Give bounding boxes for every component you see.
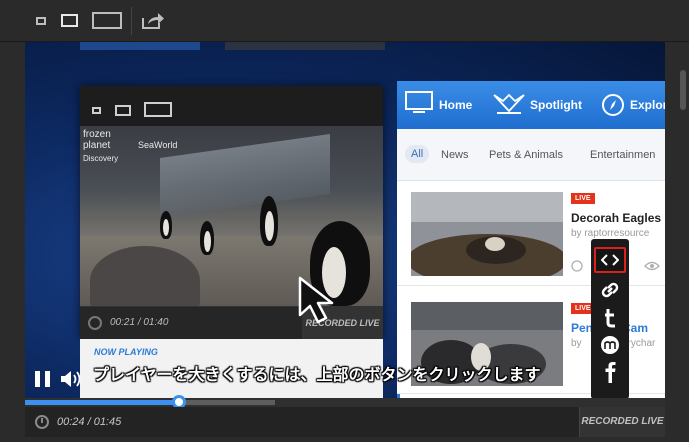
brand-seaworld: SeaWorld (138, 140, 178, 150)
progress-bar[interactable] (25, 395, 665, 409)
card-author-start: by (571, 338, 582, 349)
progress-played (25, 400, 179, 405)
share-arrow-icon[interactable] (141, 12, 165, 30)
nav-explore[interactable]: Explor (630, 81, 665, 129)
subtitle-caption: プレイヤーを大きくするには、上部のボタンをクリックします (93, 367, 541, 384)
eye-icon (644, 261, 660, 271)
clock-icon (35, 415, 49, 429)
compass-icon (602, 94, 624, 116)
tumblr-icon[interactable] (596, 305, 624, 331)
filter-entertainment[interactable]: Entertainmen (590, 149, 655, 161)
pointer-cursor-icon (298, 276, 334, 324)
card-title-start[interactable]: Pen (571, 321, 593, 335)
demo-time-display: 00:21 / 01:40 (110, 317, 169, 328)
demo-size-toolbar (80, 86, 383, 126)
mixi-icon[interactable] (596, 332, 624, 358)
spotlight-icon (493, 93, 525, 114)
brand-discovery: Discovery (83, 154, 119, 163)
demo-medium-size-icon (115, 105, 131, 116)
link-icon[interactable] (596, 277, 624, 303)
control-bar: 00:24 / 01:45 RECORDED LIVE (25, 407, 665, 437)
monitor-icon (405, 91, 433, 113)
toolbar-divider (131, 7, 132, 35)
brand-planet: planet (83, 140, 111, 151)
demo-clock-icon (88, 316, 102, 330)
filter-all[interactable]: All (405, 145, 430, 163)
recorded-live-badge: RECORDED LIVE (579, 407, 665, 437)
card-title[interactable]: Decorah Eagles (571, 211, 661, 225)
large-size-button[interactable] (92, 12, 122, 29)
share-sidebar (591, 239, 629, 399)
demo-large-size-icon (144, 102, 172, 117)
card-author: by raptorresource (571, 228, 650, 239)
brand-frozen: frozen (83, 129, 111, 140)
demo-small-size-icon (92, 107, 101, 114)
fullscreen-icon[interactable] (635, 370, 653, 388)
small-size-button[interactable] (36, 17, 46, 25)
blurred-search-bar (225, 42, 385, 50)
clock-icon (571, 260, 583, 272)
pause-button[interactable] (35, 371, 51, 387)
explorer-nav: Home Spotlight Explor (397, 81, 665, 129)
penguin (260, 196, 278, 246)
embed-icon (601, 254, 619, 266)
facebook-icon[interactable] (596, 359, 624, 385)
page-scrollbar[interactable] (677, 42, 689, 442)
ice-wall (160, 134, 330, 218)
filter-news[interactable]: News (441, 149, 469, 161)
now-playing-label: NOW PLAYING (94, 347, 158, 357)
time-display: 00:24 / 01:45 (57, 416, 122, 428)
penguin (160, 211, 172, 239)
category-filters: All News Pets & Animals Entertainmen (397, 129, 665, 181)
embed-button[interactable] (594, 247, 626, 273)
scrollbar-thumb[interactable] (680, 70, 686, 110)
medium-size-button[interactable] (61, 14, 78, 27)
live-badge: LIVE (571, 193, 595, 204)
nav-home[interactable]: Home (439, 81, 472, 129)
video-stage[interactable]: frozen planet Discovery SeaWorld 00:21 /… (25, 42, 665, 398)
eagle-nest-thumbnail (411, 192, 563, 276)
volume-icon[interactable] (60, 370, 82, 388)
blurred-logo (80, 42, 200, 50)
filter-pets-animals[interactable]: Pets & Animals (489, 149, 563, 161)
nav-spotlight[interactable]: Spotlight (530, 81, 582, 129)
penguin (200, 221, 214, 255)
size-toolbar (0, 0, 689, 42)
